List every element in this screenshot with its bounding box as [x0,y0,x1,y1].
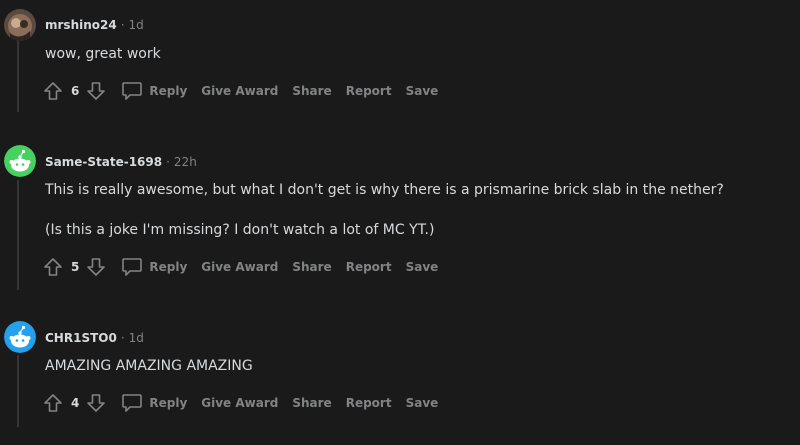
comment-text: (Is this a joke I'm missing? I don't wat… [45,222,435,238]
share-button[interactable]: Share [292,396,331,410]
comment-body: This is really awesome, but what I don't… [45,180,724,240]
reply-label: Reply [149,260,188,274]
save-button[interactable]: Save [406,260,439,274]
thread-line[interactable] [17,355,19,427]
comment-meta: CHR1STO0 · 1d [45,330,144,346]
reply-button[interactable]: Reply [121,81,187,101]
comment-time[interactable]: 1d [129,18,144,32]
arrow-up-icon[interactable] [42,392,64,414]
report-button[interactable]: Report [346,84,392,98]
comment-text: AMAZING AMAZING AMAZING [45,358,253,374]
speech-bubble-icon [121,393,143,413]
comment-time[interactable]: 22h [174,155,197,169]
give-award-button[interactable]: Give Award [201,260,278,274]
report-button[interactable]: Report [346,260,392,274]
author-name[interactable]: mrshino24 [45,18,117,32]
share-button[interactable]: Share [292,84,331,98]
arrow-down-icon[interactable] [85,392,107,414]
comment-meta: Same-State-1698 · 22h [45,154,197,170]
vote-score: 6 [71,84,80,98]
reply-label: Reply [149,84,188,98]
save-button[interactable]: Save [406,396,439,410]
author-name[interactable]: CHR1STO0 [45,331,117,345]
avatar[interactable] [4,145,36,177]
avatar-image [4,145,36,177]
comment-text: wow, great work [45,46,161,62]
speech-bubble-icon [121,81,143,101]
arrow-down-icon[interactable] [85,256,107,278]
vote-score: 5 [71,260,80,274]
comment-time[interactable]: 1d [129,331,144,345]
share-button[interactable]: Share [292,260,331,274]
comment-meta: mrshino24 · 1d [45,17,144,33]
speech-bubble-icon [121,257,143,277]
comment-actions: 4 Reply Give Award Share Report Save [42,390,438,416]
thread-line[interactable] [17,40,19,112]
comment-actions: 5 Reply Give Award Share Report Save [42,254,438,280]
comment-actions: 6 Reply Give Award Share Report Save [42,78,438,104]
avatar-image [4,9,36,41]
avatar[interactable] [4,321,36,353]
reply-button[interactable]: Reply [121,393,187,413]
report-button[interactable]: Report [346,396,392,410]
avatar-image [4,321,36,353]
separator-dot: · [120,331,125,345]
arrow-down-icon[interactable] [85,80,107,102]
comment-text: This is really awesome, but what I don't… [45,182,724,198]
comment-body: AMAZING AMAZING AMAZING [45,356,253,376]
save-button[interactable]: Save [406,84,439,98]
comments-page: mrshino24 · 1d wow, great work 6 Reply Giv… [0,0,800,445]
separator-dot: · [120,18,125,32]
thread-line[interactable] [17,180,19,290]
separator-dot: · [166,155,170,169]
avatar[interactable] [4,9,36,41]
comment-body: wow, great work [45,44,161,64]
vote-score: 4 [71,396,80,410]
arrow-up-icon[interactable] [42,80,64,102]
author-name[interactable]: Same-State-1698 [45,155,162,169]
give-award-button[interactable]: Give Award [201,396,278,410]
arrow-up-icon[interactable] [42,256,64,278]
reply-label: Reply [149,396,188,410]
reply-button[interactable]: Reply [121,257,187,277]
give-award-button[interactable]: Give Award [201,84,278,98]
